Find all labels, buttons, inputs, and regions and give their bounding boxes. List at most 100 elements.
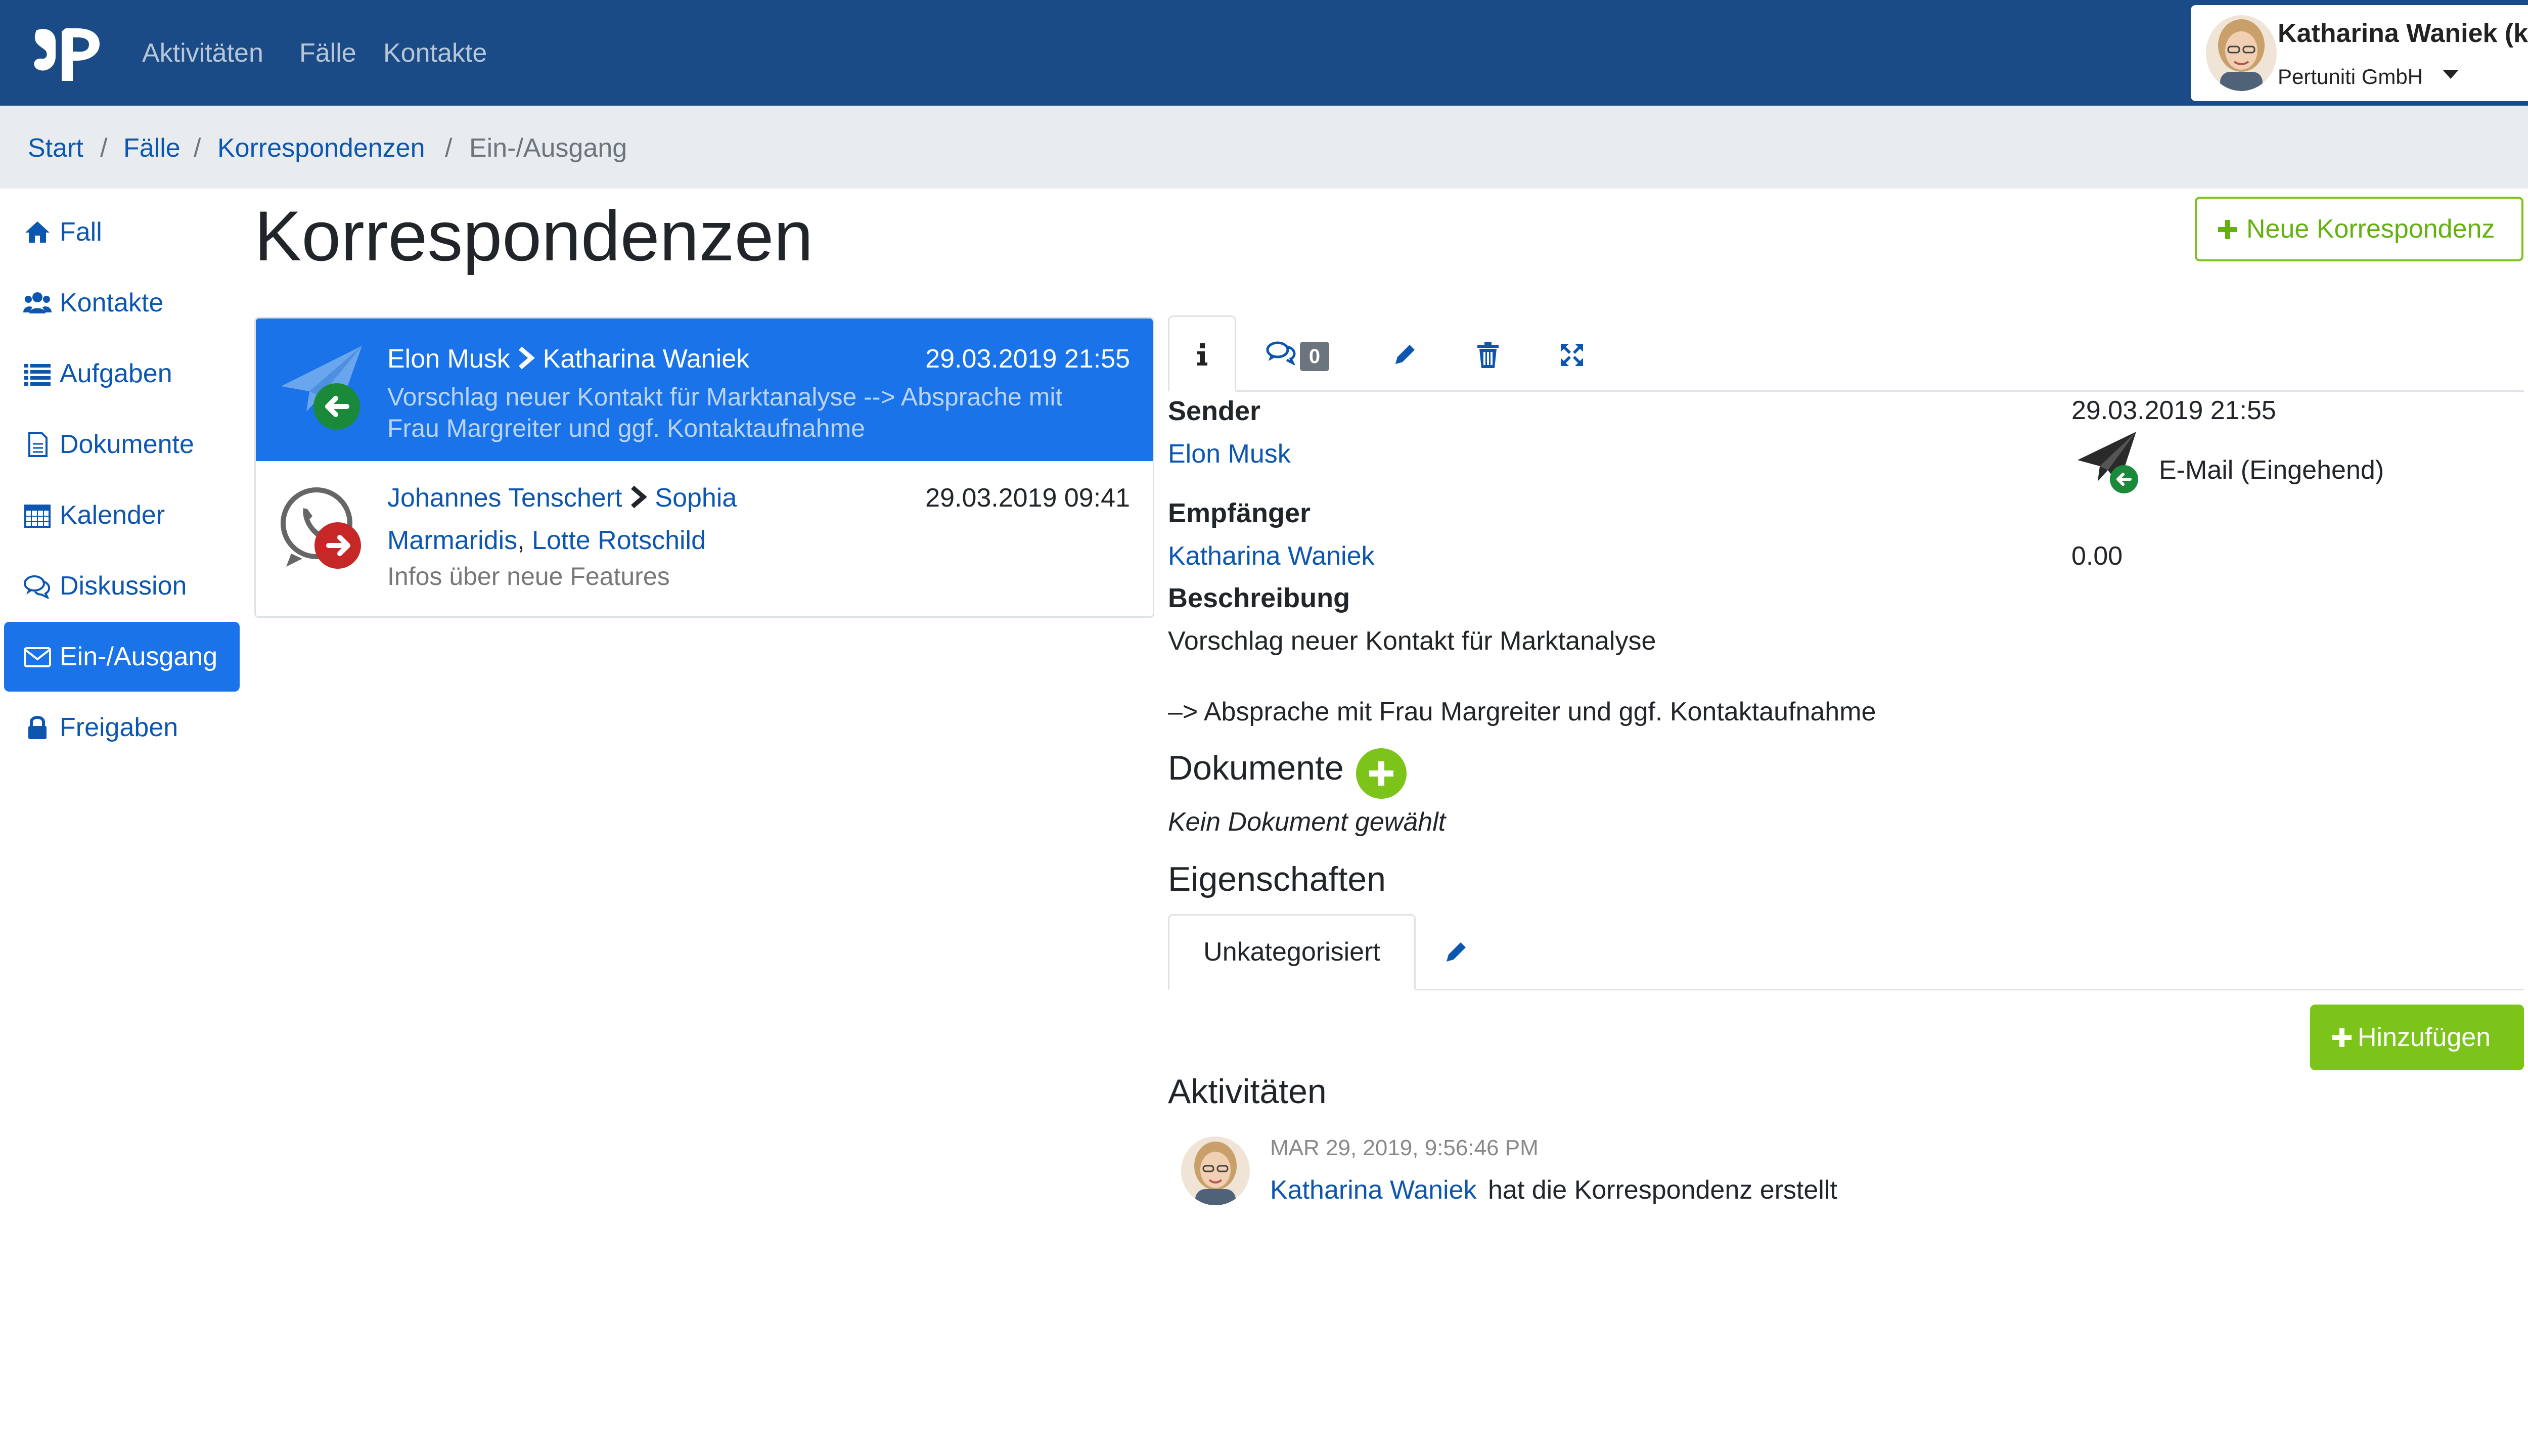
users-icon <box>23 292 52 313</box>
trash-icon <box>1477 342 1499 368</box>
sidebar-item-label: Aufgaben <box>60 359 172 388</box>
activity-user-link[interactable]: Katharina Waniek <box>1270 1175 1477 1205</box>
sidebar-item-kalender[interactable]: Kalender <box>4 480 240 550</box>
description-text: –> Absprache mit Frau Margreiter und ggf… <box>1168 697 1876 726</box>
pencil-icon[interactable] <box>1443 939 1469 965</box>
page-title: Korrespondenzen <box>254 196 814 276</box>
add-document-button[interactable] <box>1355 747 1408 800</box>
envelope-icon <box>24 647 51 667</box>
document-icon <box>28 432 48 457</box>
add-button[interactable]: Hinzufügen <box>2310 1005 2524 1070</box>
list-item-date: 29.03.2019 09:41 <box>925 483 1130 513</box>
list-item-date: 29.03.2019 21:55 <box>925 344 1130 374</box>
breadcrumb-korrespondenzen[interactable]: Korrespondenzen <box>217 132 425 164</box>
tab-edit[interactable] <box>1392 342 1418 370</box>
nav-kontakte[interactable]: Kontakte <box>383 35 487 71</box>
comments-icon <box>1266 341 1296 366</box>
tab-info[interactable] <box>1168 315 1236 392</box>
correspondence-date: 29.03.2019 21:55 <box>2071 396 2276 425</box>
list-item-description: Infos über neue Features <box>387 562 670 590</box>
documents-heading: Dokumente <box>1168 749 1344 787</box>
recipient-name[interactable]: Marmaridis <box>387 526 517 555</box>
nav-aktivitaeten[interactable]: Aktivitäten <box>142 35 263 71</box>
sidebar-item-label: Ein-/Ausgang <box>60 642 218 671</box>
user-menu[interactable]: Katharina Waniek (kw) Pertuniti GmbH <box>2191 5 2528 101</box>
tab-unkategorisiert[interactable]: Unkategorisiert <box>1168 914 1416 990</box>
chevron-down-icon <box>2443 70 2459 79</box>
phone-outgoing-icon <box>281 487 361 569</box>
home-icon <box>25 221 50 243</box>
info-icon <box>1197 343 1207 366</box>
breadcrumb-faelle[interactable]: Fälle <box>123 132 180 164</box>
sidebar-item-diskussion[interactable]: Diskussion <box>4 551 240 621</box>
email-incoming-icon <box>281 346 362 430</box>
sender-label: Sender <box>1168 396 1261 426</box>
comment-count-badge: 0 <box>1300 342 1329 371</box>
description-label: Beschreibung <box>1168 583 1350 613</box>
add-button-label: Hinzufügen <box>2358 1023 2491 1052</box>
list-item-description: Frau Margreiter und ggf. Kontaktaufnahme <box>387 414 865 442</box>
detail-tabs: 0 <box>1168 315 2524 392</box>
chevron-right-icon <box>630 485 647 509</box>
sidebar-item-dokumente[interactable]: Dokumente <box>4 410 240 479</box>
plus-icon <box>2332 1028 2352 1047</box>
expand-icon <box>1561 344 1583 366</box>
new-correspondence-label: Neue Korrespondenz <box>2246 214 2495 244</box>
sidebar-item-label: Fall <box>60 217 102 247</box>
tab-comments[interactable]: 0 <box>1266 341 1329 371</box>
properties-heading: Eigenschaften <box>1168 860 1386 898</box>
sidebar-item-label: Freigaben <box>60 713 178 742</box>
sidebar-item-label: Kontakte <box>60 288 164 317</box>
sidebar-item-kontakte[interactable]: Kontakte <box>4 268 240 338</box>
calendar-icon <box>24 505 51 528</box>
avatar <box>2206 15 2277 91</box>
list-item-description: Vorschlag neuer Kontakt für Marktanalyse… <box>387 383 1063 411</box>
recipient-name[interactable]: Sophia <box>655 483 737 513</box>
app-logo-icon[interactable] <box>26 21 107 87</box>
new-correspondence-button[interactable]: Neue Korrespondenz <box>2195 197 2523 261</box>
sidebar-item-label: Kalender <box>60 500 165 530</box>
sidebar-item-freigaben[interactable]: Freigaben <box>4 693 240 762</box>
correspondence-list: Elon Musk Katharina Waniek 29.03.2019 21… <box>254 317 1154 618</box>
sender-name[interactable]: Johannes Tenschert <box>387 483 622 513</box>
sidebar-item-fall[interactable]: Fall <box>4 197 240 267</box>
breadcrumb: Start / Fälle / Korrespondenzen / Ein-/A… <box>0 106 2528 189</box>
sender-link[interactable]: Elon Musk <box>1168 439 1291 469</box>
sender-name[interactable]: Elon Musk <box>387 344 510 374</box>
list-item[interactable]: Elon Musk Katharina Waniek 29.03.2019 21… <box>256 318 1153 461</box>
breadcrumb-separator: / <box>100 133 108 163</box>
user-org: Pertuniti GmbH <box>2278 65 2423 88</box>
user-name: Katharina Waniek (kw) <box>2278 19 2528 48</box>
activity-text: hat die Korrespondenz erstellt <box>1488 1175 1837 1205</box>
sidebar-item-aufgaben[interactable]: Aufgaben <box>4 339 240 408</box>
documents-empty: Kein Dokument gewählt <box>1168 807 1446 837</box>
lock-icon <box>28 716 47 739</box>
tab-delete[interactable] <box>1476 342 1500 371</box>
description-text: Vorschlag neuer Kontakt für Marktanalyse <box>1168 626 1656 656</box>
recipient-link[interactable]: Katharina Waniek <box>1168 541 1375 571</box>
breadcrumb-current: Ein-/Ausgang <box>469 133 627 163</box>
correspondence-type: E-Mail (Eingehend) <box>2159 456 2384 485</box>
sidebar-item-label: Dokumente <box>60 430 194 459</box>
list-item[interactable]: Johannes Tenschert Sophia 29.03.2019 09:… <box>256 463 1153 617</box>
email-incoming-icon <box>2078 432 2138 493</box>
plus-icon <box>2218 220 2237 239</box>
activities-heading: Aktivitäten <box>1168 1072 1327 1111</box>
breadcrumb-start[interactable]: Start <box>28 132 83 164</box>
nav-faelle[interactable]: Fälle <box>299 35 356 71</box>
recipient-label: Empfänger <box>1168 498 1311 528</box>
activity-timestamp: MAR 29, 2019, 9:56:46 PM <box>1270 1135 1539 1160</box>
sidebar-item-label: Diskussion <box>60 571 187 601</box>
breadcrumb-separator: / <box>194 133 201 163</box>
recipient-name[interactable]: Lotte Rotschild <box>532 526 706 555</box>
breadcrumb-separator: / <box>445 133 453 163</box>
list-icon <box>24 364 51 386</box>
chevron-right-icon <box>519 346 535 370</box>
sidebar-item-ein-ausgang[interactable]: Ein-/Ausgang <box>4 622 240 692</box>
tab-expand[interactable] <box>1559 342 1585 371</box>
properties-tabs: Unkategorisiert <box>1168 914 2524 990</box>
recipient-name[interactable]: Katharina Waniek <box>543 344 750 374</box>
top-navbar: Aktivitäten Fälle Kontakte Katharina Wan… <box>0 0 2528 106</box>
comments-icon <box>24 575 51 599</box>
amount-value: 0.00 <box>2071 541 2123 571</box>
